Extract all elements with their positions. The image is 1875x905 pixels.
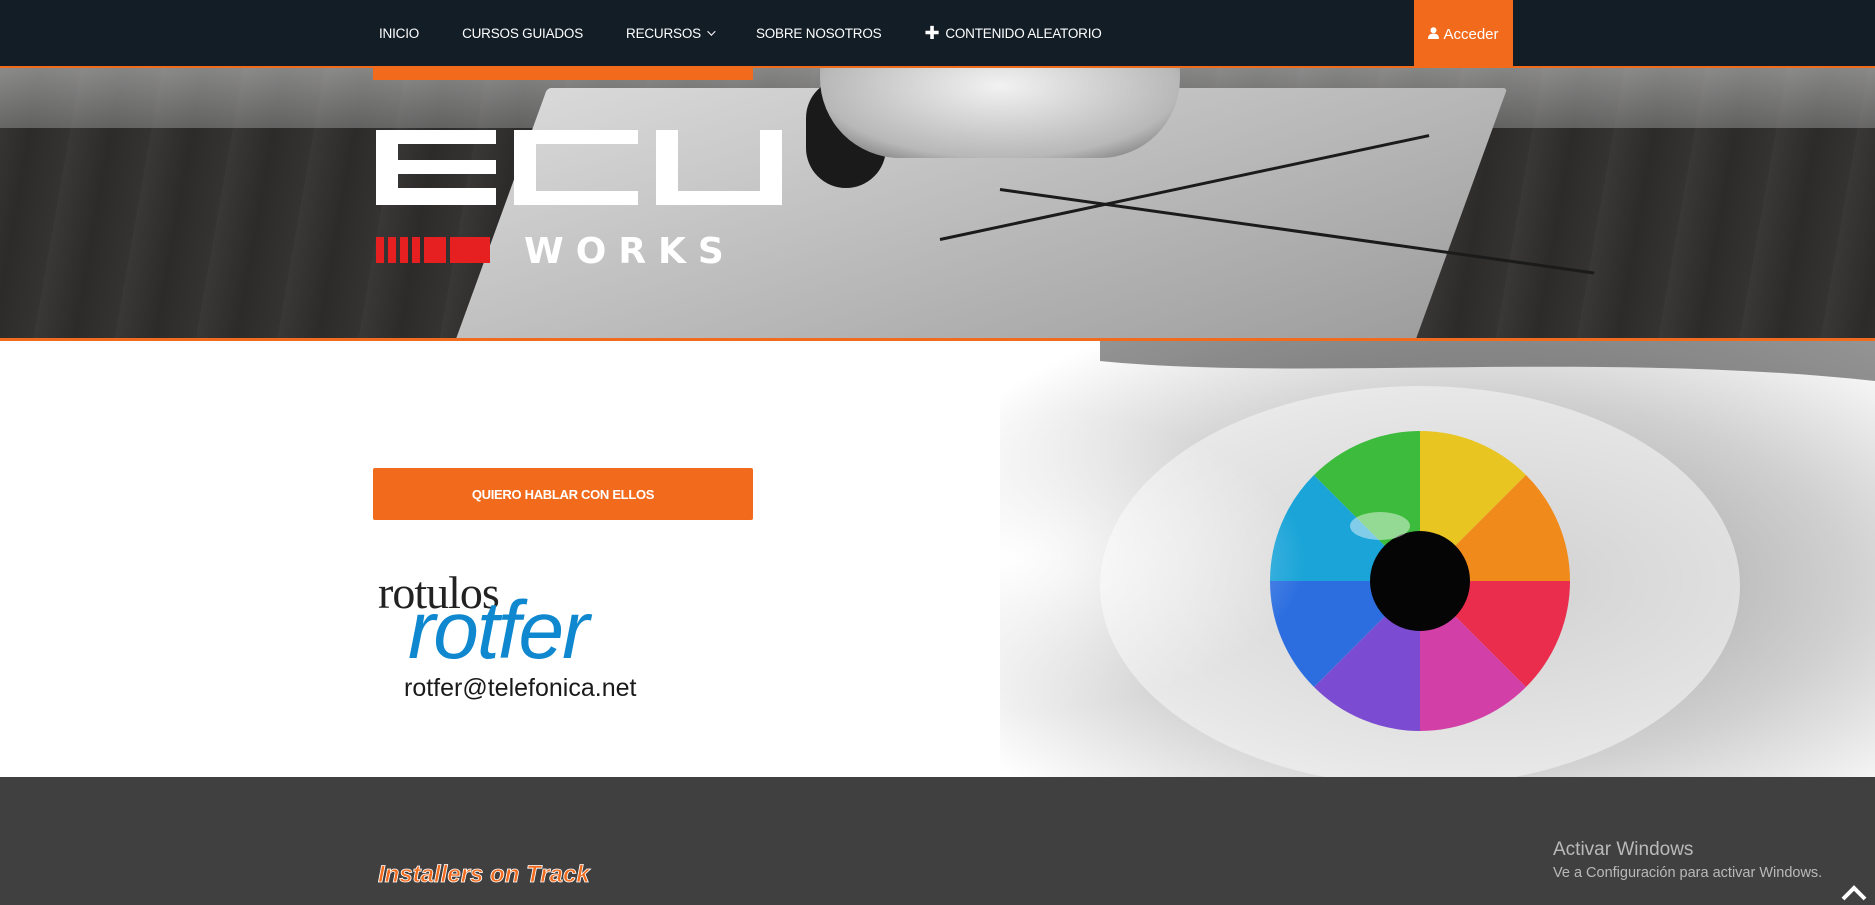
ecu-works-logo: WORKS [376,130,782,270]
nav-label-sobre-nosotros: SOBRE NOSOTROS [755,25,882,41]
orange-button-edge [373,68,753,80]
page: INICIO CURSOS GUIADOS RECURSOS SOBRE NOS… [0,0,1875,905]
rotfer-logo-text: rotfer [408,585,589,676]
sponsor-section: QUIERO HABLAR CON ELLOS rotulos rotfer r… [0,341,1875,777]
rotfer-email: rotfer@telefonica.net [404,674,637,702]
nav-label-recursos: RECURSOS [626,25,701,41]
installers-on-track-logo[interactable]: Installers on Track [376,855,630,895]
nav-item-sobre-nosotros[interactable]: SOBRE NOSOTROS [750,26,887,41]
windows-activation-subtitle: Ve a Configuración para activar Windows. [1553,865,1823,881]
hero-divider [0,338,1875,341]
nav-label-inicio: INICIO [379,25,420,41]
car-image [820,68,1180,158]
rotfer-sponsor-logo[interactable]: rotulos rotfer rotfer@telefonica.net [378,566,718,706]
plus-icon: ✚ [924,23,940,43]
colorful-eye-image [1000,341,1875,777]
nav-label-contenido-aleatorio: CONTENIDO ALEATORIO [945,25,1102,41]
chevron-up-icon [1841,885,1867,901]
nav-item-recursos[interactable]: RECURSOS [620,26,719,41]
nav-item-inicio[interactable]: INICIO [373,26,425,41]
nav-item-contenido-aleatorio[interactable]: ✚ CONTENIDO ALEATORIO [918,24,1107,42]
ecu-logo-subtext: WORKS [524,231,736,270]
windows-activation-watermark: Activar Windows Ve a Configuración para … [1553,839,1822,881]
scroll-to-top-button[interactable] [1834,883,1874,905]
main-menu: INICIO CURSOS GUIADOS RECURSOS SOBRE NOS… [373,0,1139,66]
footer: Installers on Track Activar Windows Ve a… [0,777,1875,905]
top-navbar: INICIO CURSOS GUIADOS RECURSOS SOBRE NOS… [0,0,1875,68]
nav-label-cursos-guiados: CURSOS GUIADOS [462,25,584,41]
login-label: Acceder [1443,25,1499,43]
chevron-down-icon [707,27,716,36]
user-icon [1428,26,1440,43]
nav-item-cursos-guiados[interactable]: CURSOS GUIADOS [456,26,589,41]
login-button[interactable]: Acceder [1414,0,1513,68]
installers-on-track-logo-text: Installers on Track [378,861,591,888]
hero-banner [0,68,1875,338]
windows-activation-title: Activar Windows [1553,839,1694,860]
contact-sponsor-button[interactable]: QUIERO HABLAR CON ELLOS [373,468,753,520]
